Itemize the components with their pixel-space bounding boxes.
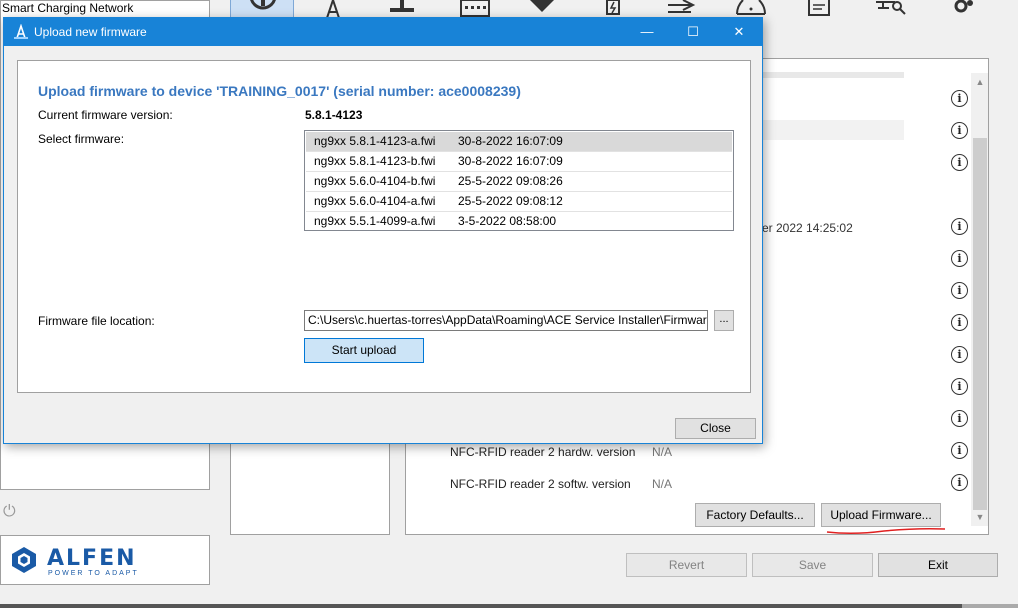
meter-icon[interactable] [387, 0, 417, 18]
property-value: N/A [652, 477, 673, 491]
info-icon[interactable]: i [951, 218, 968, 235]
dialog-titlebar[interactable]: Upload new firmware — ☐ ✕ [4, 18, 762, 46]
info-icon [250, 0, 276, 10]
firmware-file-date: 30-8-2022 16:07:09 [458, 134, 563, 148]
warning-icon[interactable] [733, 0, 769, 18]
firmware-file-name: ng9xx 5.6.0-4104-a.fwi [314, 194, 436, 208]
firmware-file-date: 25-5-2022 09:08:26 [458, 174, 563, 188]
info-icon[interactable]: i [951, 282, 968, 299]
middle-panel [230, 440, 390, 535]
firmware-file-name: ng9xx 5.8.1-4123-a.fwi [314, 134, 436, 148]
scroll-down-icon[interactable]: ▼ [973, 510, 987, 524]
property-value: N/A [652, 445, 673, 459]
logo-box: ALFEN POWER TO ADAPT [0, 535, 210, 585]
dialog-content: Upload firmware to device 'TRAINING_0017… [17, 60, 751, 393]
list-item[interactable]: ng9xx 5.6.0-4104-b.fwi 25-5-2022 09:08:2… [306, 172, 732, 192]
alfen-logo-icon [12, 547, 36, 573]
close-button[interactable]: Close [675, 418, 756, 439]
firmware-file-name: ng9xx 5.5.1-4099-a.fwi [314, 214, 436, 228]
exit-button[interactable]: Exit [878, 553, 998, 577]
firmware-location-label: Firmware file location: [38, 314, 155, 328]
info-icon[interactable]: i [951, 346, 968, 363]
list-item[interactable]: ng9xx 5.8.1-4123-b.fwi 30-8-2022 16:07:0… [306, 152, 732, 172]
browse-button[interactable]: ... [714, 310, 734, 331]
network-title[interactable]: Smart Charging Network [2, 1, 133, 15]
info-icon[interactable]: i [951, 250, 968, 267]
firmware-list[interactable]: ng9xx 5.8.1-4123-a.fwi 30-8-2022 16:07:0… [304, 130, 734, 231]
property-value-date: er 2022 14:25:02 [762, 221, 853, 235]
minimize-icon[interactable]: — [624, 18, 670, 46]
scrollbar-thumb[interactable] [973, 138, 987, 510]
firmware-file-date: 3-5-2022 08:58:00 [458, 214, 557, 228]
firmware-file-name: ng9xx 5.8.1-4123-b.fwi [314, 154, 436, 168]
save-button[interactable]: Save [752, 553, 873, 577]
info-tab-button[interactable] [230, 0, 294, 18]
firmware-file-date: 30-8-2022 16:07:09 [458, 154, 563, 168]
logo-name: ALFEN [47, 546, 137, 571]
taskbar-edge [0, 604, 1018, 608]
app-icon [14, 24, 28, 39]
dialog-heading: Upload firmware to device 'TRAINING_0017… [38, 83, 521, 99]
property-label: NFC-RFID reader 2 softw. version [450, 477, 631, 491]
gear-icon[interactable] [949, 0, 979, 18]
arrow-icon[interactable] [665, 0, 699, 18]
info-icon[interactable]: i [951, 378, 968, 395]
info-icon[interactable]: i [951, 474, 968, 491]
info-icon[interactable]: i [951, 122, 968, 139]
info-icon[interactable]: i [951, 314, 968, 331]
info-icon[interactable]: i [951, 154, 968, 171]
logo-tagline: POWER TO ADAPT [48, 570, 139, 577]
maximize-icon[interactable]: ☐ [670, 18, 716, 46]
network-icon[interactable] [873, 0, 909, 18]
list-item[interactable]: ng9xx 5.8.1-4123-a.fwi 30-8-2022 16:07:0… [306, 132, 732, 152]
close-icon[interactable]: ✕ [716, 18, 762, 46]
power-icon[interactable]: ⏻ [3, 503, 21, 521]
list-item[interactable]: ng9xx 5.6.0-4104-a.fwi 25-5-2022 09:08:1… [306, 192, 732, 212]
info-icon[interactable]: i [951, 442, 968, 459]
current-version-label: Current firmware version: [38, 108, 173, 122]
document-icon[interactable] [807, 0, 833, 18]
revert-button[interactable]: Revert [626, 553, 747, 577]
scroll-up-icon[interactable]: ▲ [973, 75, 987, 89]
factory-defaults-button[interactable]: Factory Defaults... [695, 503, 815, 527]
display-icon[interactable] [459, 0, 491, 18]
pylon-icon[interactable] [321, 0, 345, 18]
dialog-title: Upload new firmware [34, 25, 147, 39]
charger-icon[interactable] [603, 0, 627, 18]
start-upload-button[interactable]: Start upload [304, 338, 424, 363]
list-item[interactable]: ng9xx 5.5.1-4099-a.fwi 3-5-2022 08:58:00 [306, 212, 732, 230]
tag-icon[interactable] [525, 0, 559, 18]
firmware-file-name: ng9xx 5.6.0-4104-b.fwi [314, 174, 436, 188]
red-underline-annotation [826, 528, 946, 535]
info-icon[interactable]: i [951, 90, 968, 107]
firmware-file-date: 25-5-2022 09:08:12 [458, 194, 563, 208]
taskbar-edge-right [962, 604, 1018, 608]
select-firmware-label: Select firmware: [38, 132, 125, 146]
current-version-value: 5.8.1-4123 [305, 108, 363, 122]
upload-firmware-dialog: Upload new firmware — ☐ ✕ Upload firmwar… [3, 17, 763, 444]
property-label: NFC-RFID reader 2 hardw. version [450, 445, 636, 459]
firmware-location-input[interactable]: C:\Users\c.huertas-torres\AppData\Roamin… [304, 310, 708, 331]
info-icon[interactable]: i [951, 410, 968, 427]
